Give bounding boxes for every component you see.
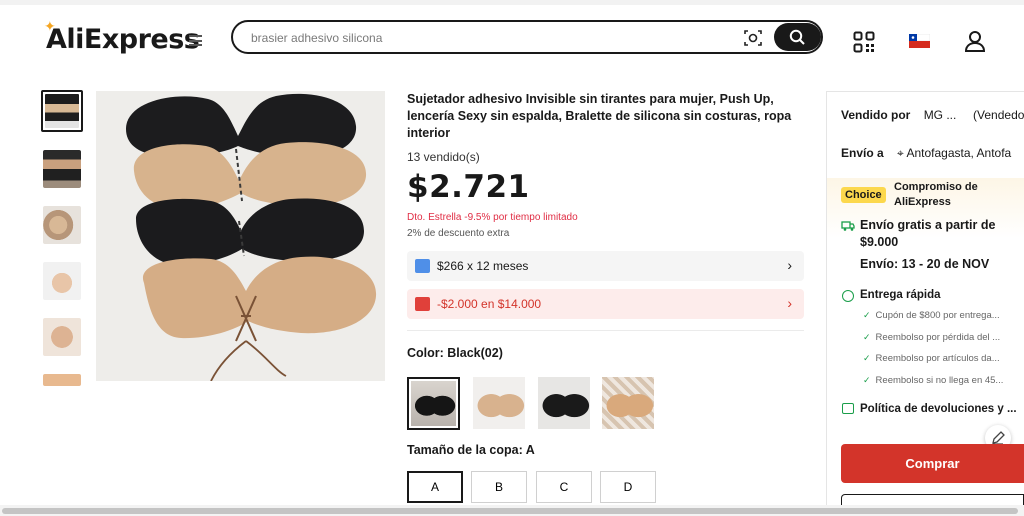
coupon-icon <box>415 297 430 311</box>
thumbnail-4[interactable] <box>43 262 81 300</box>
search-icon <box>789 29 805 45</box>
account-icon[interactable] <box>963 29 987 53</box>
return-policy-icon <box>842 403 854 414</box>
size-option-b[interactable]: B <box>471 471 527 503</box>
search-bar <box>231 20 823 54</box>
benefit-item: ✓ Reembolso por pérdida del ... <box>863 331 1001 343</box>
logo-text: AliExpress <box>46 24 200 55</box>
return-policy-link[interactable]: Política de devoluciones y ... <box>860 403 1017 415</box>
thumbnail-1[interactable] <box>41 90 83 132</box>
sold-count: 13 vendido(s) <box>407 150 480 164</box>
sold-by-row[interactable]: Vendido por MG ... (Vendedor <box>841 108 1024 122</box>
size-option-d[interactable]: D <box>600 471 656 503</box>
color-swatch-nude-pattern[interactable] <box>602 377 654 429</box>
search-button[interactable] <box>774 23 821 51</box>
chevron-right-icon: › <box>787 257 792 273</box>
seller-type: (Vendedor <box>973 108 1024 122</box>
coupon-text: -$2.000 en $14.000 <box>437 297 542 311</box>
benefit-item: ✓ Cupón de $800 por entrega... <box>863 310 1000 321</box>
choice-badge: Choice <box>841 187 886 203</box>
installments-icon <box>415 259 430 273</box>
ship-to-row[interactable]: Envío a ⌖ Antofagasta, Antofa <box>841 146 1011 161</box>
size-option-c[interactable]: C <box>536 471 592 503</box>
color-label: Color: Black(02) <box>407 346 503 360</box>
benefit-item: ✓ Reembolso por artículos da... <box>863 353 1000 364</box>
benefits-list: ✓ Cupón de $800 por entrega... ✓ Reembolso… <box>863 310 1021 396</box>
free-shipping-text: Envío gratis a partir de $9.000 <box>860 218 996 249</box>
horizontal-scrollbar[interactable] <box>0 505 1024 516</box>
extra-discount-text: 2% de descuento extra <box>407 228 510 239</box>
chevron-right-icon: › <box>787 295 792 311</box>
check-icon: ✓ <box>863 331 871 342</box>
size-label: Tamaño de la copa: A <box>407 443 535 457</box>
seller-name: MG ... <box>923 108 957 122</box>
fast-delivery-title[interactable]: Entrega rápida <box>860 289 941 301</box>
truck-icon <box>841 221 855 231</box>
product-price: $2.721 <box>407 169 530 205</box>
scrollbar-thumb[interactable] <box>2 508 1018 514</box>
check-icon: ✓ <box>863 374 871 385</box>
check-icon: ✓ <box>863 353 871 363</box>
size-option-a[interactable]: A <box>407 471 463 503</box>
installments-row[interactable]: $266 x 12 meses › <box>407 251 804 281</box>
location-pin-icon: ⌖ <box>897 146 904 160</box>
product-title: Sujetador adhesivo Invisible sin tirante… <box>407 92 792 140</box>
search-input[interactable] <box>251 28 731 47</box>
main-product-image[interactable] <box>96 91 385 381</box>
fast-delivery-icon <box>842 290 854 302</box>
sold-by-label: Vendido por <box>841 108 911 122</box>
benefit-item: ✓ Reembolso si no llega en 45... <box>863 374 1004 386</box>
color-swatch-nude[interactable] <box>473 377 525 429</box>
promo-text: Dto. Estrella -9.5% por tiempo limitado <box>407 212 578 223</box>
thumbnail-6[interactable] <box>43 374 81 386</box>
color-swatch-black[interactable] <box>538 377 590 429</box>
site-header: ✦ AliExpress <box>0 5 1024 67</box>
thumbnail-3[interactable] <box>43 206 81 244</box>
color-swatch-black-02[interactable] <box>407 377 460 430</box>
ship-to-label: Envío a <box>841 146 884 160</box>
camera-search-icon[interactable] <box>743 28 763 48</box>
choice-title: Compromiso de AliExpress <box>894 181 978 208</box>
product-info: Sujetador adhesivo Invisible sin tirante… <box>407 91 807 503</box>
bra-product-illustration <box>96 91 385 381</box>
coupon-row[interactable]: -$2.000 en $14.000 › <box>407 289 804 319</box>
buy-now-button[interactable]: Comprar <box>841 444 1024 483</box>
installments-text: $266 x 12 meses <box>437 259 529 273</box>
chile-flag-icon[interactable] <box>909 34 930 48</box>
thumbnail-2[interactable] <box>43 150 81 188</box>
logo-star-icon: ✦ <box>44 19 56 35</box>
check-icon: ✓ <box>863 310 871 320</box>
divider <box>407 330 804 331</box>
aliexpress-logo[interactable]: ✦ AliExpress <box>44 19 200 55</box>
menu-icon[interactable] <box>189 35 202 46</box>
ship-to-location: Antofagasta, Antofa <box>906 146 1012 160</box>
delivery-dates: Envío: 13 - 20 de NOV <box>860 257 990 271</box>
qr-code-icon[interactable] <box>853 31 875 53</box>
thumbnail-list <box>41 90 85 404</box>
thumbnail-5[interactable] <box>43 318 81 356</box>
